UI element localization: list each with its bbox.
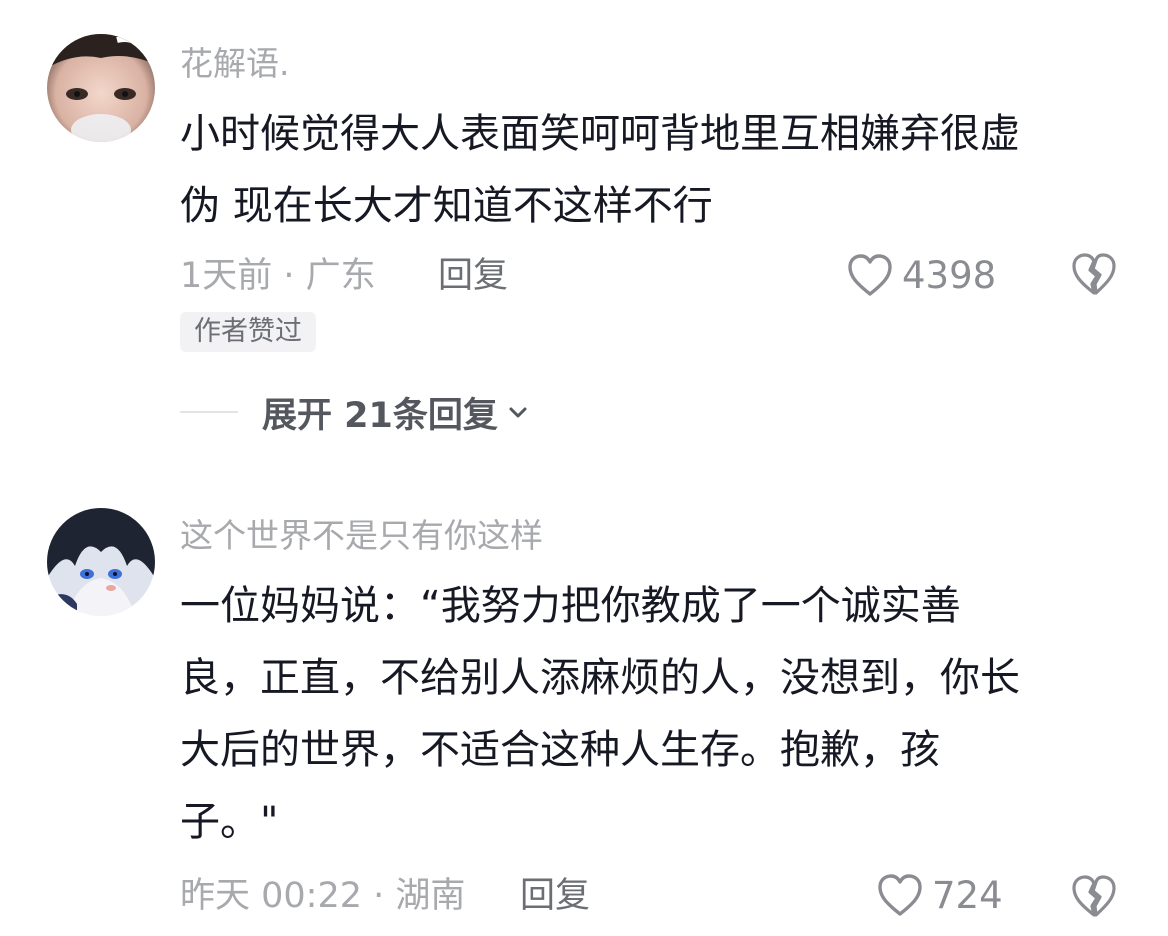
author-liked-badge: 作者赞过: [180, 312, 316, 352]
username[interactable]: 花解语.: [180, 44, 290, 84]
heart-icon: [848, 254, 892, 296]
comment-text: 小时候觉得大人表面笑呵呵背地里互相嫌弃很虚 伪 现在长大才知道不这样不行: [180, 98, 1140, 242]
reply-button[interactable]: 回复: [520, 874, 590, 918]
divider-line: [180, 411, 238, 413]
comment-text: 一位妈妈说：“我努力把你教成了一个诚实善 良，正直，不给别人添麻烦的人，没想到，…: [180, 570, 1140, 858]
avatar[interactable]: [47, 508, 155, 616]
comment-text-line: 子。": [180, 799, 279, 845]
broken-heart-icon: [1072, 253, 1116, 295]
reply-button[interactable]: 回复: [438, 254, 508, 298]
comment-text-line: 大后的世界，不适合这种人生存。抱歉，孩: [180, 727, 940, 773]
chevron-down-icon: [509, 407, 527, 418]
comment-list: 花解语. 小时候觉得大人表面笑呵呵背地里互相嫌弃很虚 伪 现在长大才知道不这样不…: [0, 0, 1168, 936]
comment-time-location: 昨天 00:22 · 湖南: [180, 876, 466, 916]
comment-text-line: 小时候觉得大人表面笑呵呵背地里互相嫌弃很虚: [180, 111, 1020, 157]
like-button[interactable]: 4398: [846, 250, 996, 300]
heart-icon: [878, 874, 922, 916]
comment-text-line: 良，正直，不给别人添麻烦的人，没想到，你长: [180, 655, 1020, 701]
like-count: 4398: [902, 253, 997, 297]
dislike-button[interactable]: [1070, 872, 1118, 920]
expand-replies-button[interactable]: 展开 21条回复: [262, 387, 530, 438]
broken-heart-icon: [1072, 875, 1116, 917]
expand-replies-label: 展开 21条回复: [262, 395, 498, 436]
dislike-button[interactable]: [1070, 250, 1118, 298]
expand-replies-row: 展开 21条回复: [180, 388, 530, 436]
like-button[interactable]: 724: [876, 870, 1003, 920]
comment-text-line: 一位妈妈说：“我努力把你教成了一个诚实善: [180, 583, 961, 629]
comment-time-location: 1天前 · 广东: [180, 256, 376, 296]
avatar[interactable]: [47, 34, 155, 142]
username[interactable]: 这个世界不是只有你这样: [180, 516, 543, 556]
like-count: 724: [932, 873, 1003, 917]
comment-text-line: 伪 现在长大才知道不这样不行: [180, 183, 713, 229]
